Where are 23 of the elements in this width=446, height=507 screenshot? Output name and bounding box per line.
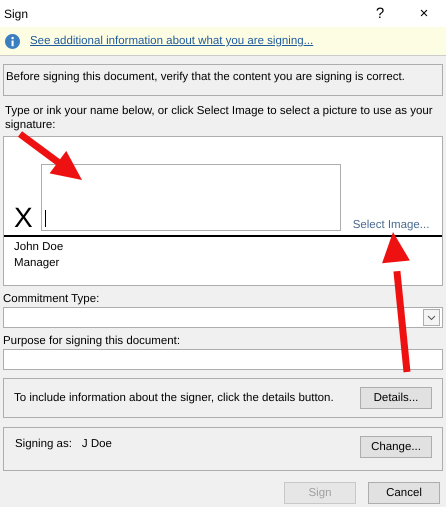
signing-as-label: Signing as:	[15, 438, 72, 450]
details-text: To include information about the signer, click the details button.	[14, 392, 334, 404]
cancel-button[interactable]: Cancel	[368, 482, 440, 504]
notice-text: Before signing this document, verify that the content you are signing is correct.	[3, 64, 443, 96]
instruction-text: Type or ink your name below, or click Select Image to select a picture to use as your signature:	[5, 104, 434, 132]
annotation-arrow	[18, 131, 82, 180]
info-link[interactable]: See additional information about what you are signing...	[30, 35, 314, 47]
commitment-type-dropdown[interactable]	[3, 307, 443, 328]
signer-name: John Doe	[14, 240, 64, 255]
purpose-label: Purpose for signing this document:	[3, 335, 182, 347]
window-title: Sign	[4, 6, 28, 20]
close-button[interactable]: ×	[402, 0, 446, 27]
signer-id: J Doe	[82, 438, 112, 450]
commitment-type-label: Commitment Type:	[3, 293, 100, 305]
details-button[interactable]: Details...	[360, 387, 432, 409]
info-icon	[5, 34, 20, 48]
purpose-field[interactable]	[3, 349, 443, 370]
change-button[interactable]: Change...	[360, 436, 432, 458]
select-image-link[interactable]: Select Image...	[352, 219, 430, 231]
signature-x-mark: X	[14, 203, 33, 233]
signer-title: Manager	[14, 256, 60, 271]
help-button[interactable]: ?	[358, 0, 402, 27]
signature-input[interactable]	[40, 164, 341, 231]
